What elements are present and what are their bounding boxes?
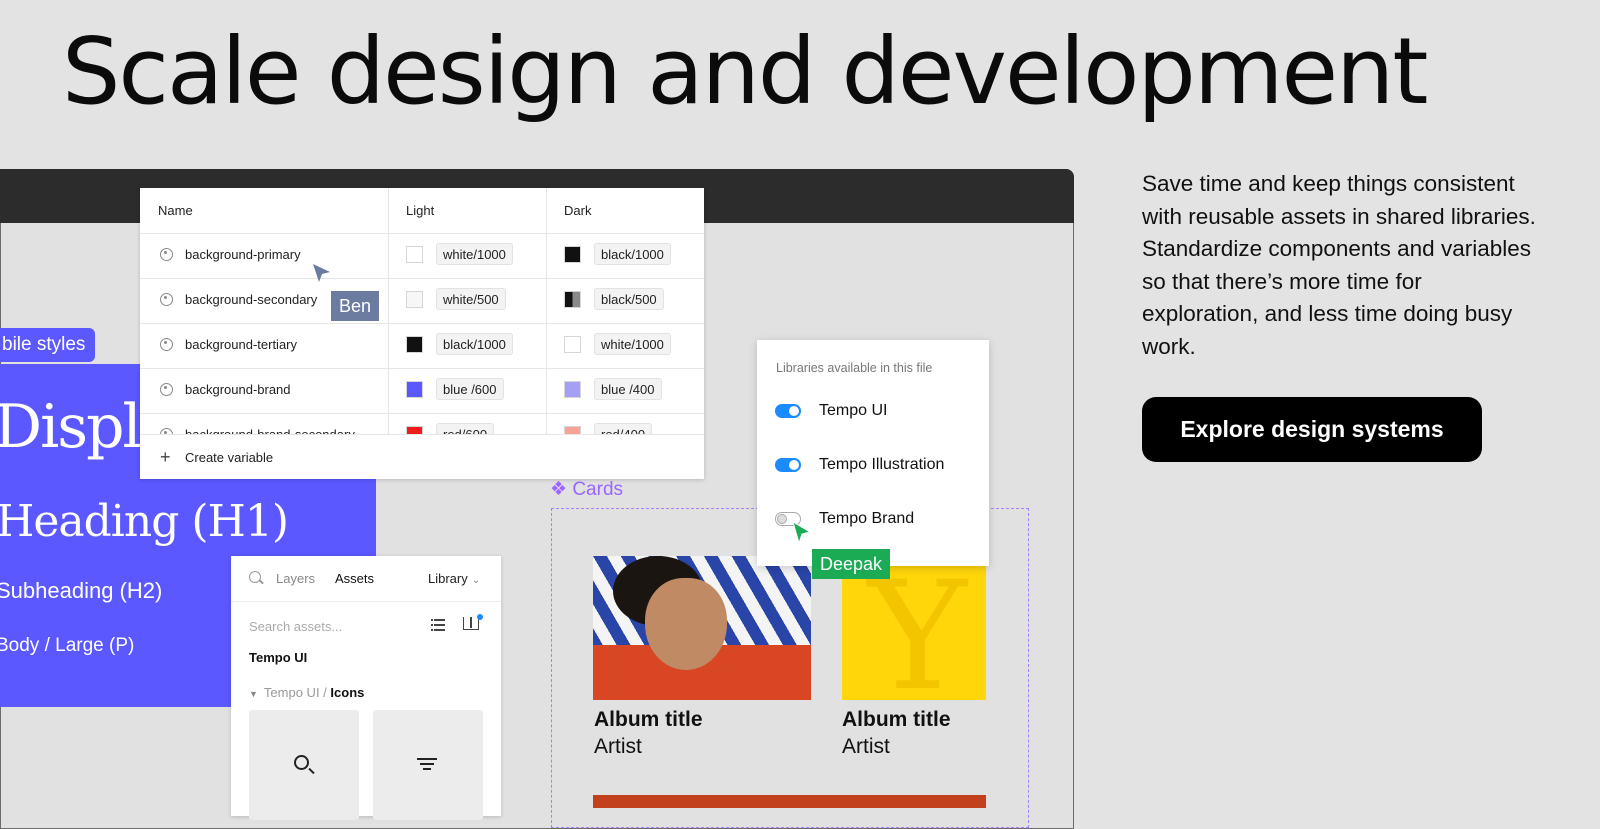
variable-name: background-brand xyxy=(185,382,291,397)
variable-row[interactable]: background-tertiary black/1000 white/100… xyxy=(140,323,704,369)
hero-description: Save time and keep things consistent wit… xyxy=(1142,171,1536,359)
tab-layers[interactable]: Layers xyxy=(276,571,315,586)
ben-cursor-label: Ben xyxy=(331,291,380,321)
library-name: Tempo Illustration xyxy=(819,456,945,473)
asset-path-current: Icons xyxy=(330,685,365,700)
variable-name: background-secondary xyxy=(185,292,318,307)
variable-row[interactable]: background-primary white/1000 black/1000 xyxy=(140,233,704,279)
assets-panel: Layers Assets Library⌄ Tempo UI ▼ Tempo U… xyxy=(231,556,501,820)
dark-swatch xyxy=(564,291,581,308)
variables-header: Name Light Dark xyxy=(140,188,704,234)
list-view-icon[interactable] xyxy=(431,618,445,631)
toggle-switch[interactable] xyxy=(775,404,801,418)
style-subheading-h2[interactable]: Subheading (H2) xyxy=(0,578,162,604)
color-style-icon xyxy=(160,338,173,351)
search-icon[interactable] xyxy=(249,571,261,583)
dark-swatch xyxy=(564,246,581,263)
light-value[interactable]: white/1000 xyxy=(436,243,513,265)
explore-design-systems-button[interactable]: Explore design systems xyxy=(1142,397,1482,462)
divider xyxy=(231,601,501,602)
style-heading-h1[interactable]: Heading (H1) xyxy=(0,496,289,547)
color-style-icon xyxy=(160,248,173,261)
dark-value[interactable]: black/500 xyxy=(594,288,664,310)
variable-row[interactable]: background-secondary white/500 black/500 xyxy=(140,278,704,324)
library-book-icon[interactable] xyxy=(463,617,479,630)
libraries-heading: Libraries available in this file xyxy=(776,361,933,375)
filter-icon xyxy=(417,758,437,770)
library-name: Tempo Brand xyxy=(819,510,915,527)
cards-frame-tag[interactable]: ❖ Cards xyxy=(550,478,623,501)
library-dropdown-label: Library xyxy=(428,571,468,586)
dark-value[interactable]: blue /400 xyxy=(594,378,662,400)
plus-icon: + xyxy=(160,447,171,467)
asset-path-prefix: Tempo UI / xyxy=(263,685,327,700)
library-dropdown[interactable]: Library ⌄ xyxy=(428,571,480,586)
library-item-tempo-ui[interactable]: Tempo UI xyxy=(757,392,989,432)
search-assets-input[interactable] xyxy=(249,616,399,636)
variable-row[interactable]: background-brand blue /600 blue /400 xyxy=(140,368,704,414)
light-swatch xyxy=(406,291,423,308)
light-swatch xyxy=(406,336,423,353)
album-cover-image[interactable] xyxy=(593,795,986,808)
light-swatch xyxy=(406,381,423,398)
light-swatch xyxy=(406,246,423,263)
light-value[interactable]: black/1000 xyxy=(436,333,513,355)
asset-tile-search[interactable] xyxy=(249,710,359,820)
tab-assets[interactable]: Assets xyxy=(335,571,374,586)
asset-tile-filter[interactable] xyxy=(373,710,483,820)
create-variable-button[interactable]: + Create variable xyxy=(140,434,704,479)
album-artist: Artist xyxy=(594,735,642,758)
page-headline: Scale design and development xyxy=(62,18,1428,125)
deepak-cursor-icon xyxy=(792,520,812,545)
component-icon: ❖ xyxy=(550,479,568,500)
color-style-icon xyxy=(160,383,173,396)
dark-swatch xyxy=(564,381,581,398)
notification-dot xyxy=(477,614,483,620)
album-cover-face xyxy=(645,578,727,670)
album-artist: Artist xyxy=(842,735,890,758)
dark-value[interactable]: black/1000 xyxy=(594,243,671,265)
caret-down-icon: ▼ xyxy=(249,689,258,699)
toggle-knob xyxy=(777,514,787,524)
cards-frame-label: Cards xyxy=(572,479,624,500)
toggle-knob xyxy=(789,460,799,470)
light-value[interactable]: white/500 xyxy=(436,288,506,310)
column-name-header: Name xyxy=(158,203,193,218)
library-item-tempo-illustration[interactable]: Tempo Illustration xyxy=(757,446,989,486)
dark-value[interactable]: white/1000 xyxy=(594,333,671,355)
color-style-icon xyxy=(160,293,173,306)
asset-group-header[interactable]: ▼ Tempo UI / Icons xyxy=(249,685,364,700)
dark-swatch xyxy=(564,336,581,353)
column-dark-header: Dark xyxy=(564,203,592,218)
search-icon xyxy=(294,755,309,770)
toggle-knob xyxy=(789,406,799,416)
album-title: Album title xyxy=(594,708,703,731)
create-variable-label: Create variable xyxy=(185,450,274,465)
ben-cursor-icon xyxy=(313,264,330,282)
library-name: Tempo UI xyxy=(819,402,888,419)
variables-table: Name Light Dark background-primary white… xyxy=(140,188,704,479)
column-light-header: Light xyxy=(406,203,435,218)
variable-name: background-primary xyxy=(185,247,301,262)
light-value[interactable]: blue /600 xyxy=(436,378,504,400)
chevron-down-icon: ⌄ xyxy=(471,575,481,586)
deepak-cursor-label: Deepak xyxy=(812,549,891,579)
album-cover-image[interactable] xyxy=(593,556,811,700)
toggle-switch[interactable] xyxy=(775,458,801,472)
album-title: Album title xyxy=(842,708,951,731)
variable-name: background-tertiary xyxy=(185,337,297,352)
style-body-large[interactable]: Body / Large (P) xyxy=(0,635,134,657)
mobile-styles-tag[interactable]: bile styles xyxy=(0,328,96,362)
library-title: Tempo UI xyxy=(249,650,308,665)
